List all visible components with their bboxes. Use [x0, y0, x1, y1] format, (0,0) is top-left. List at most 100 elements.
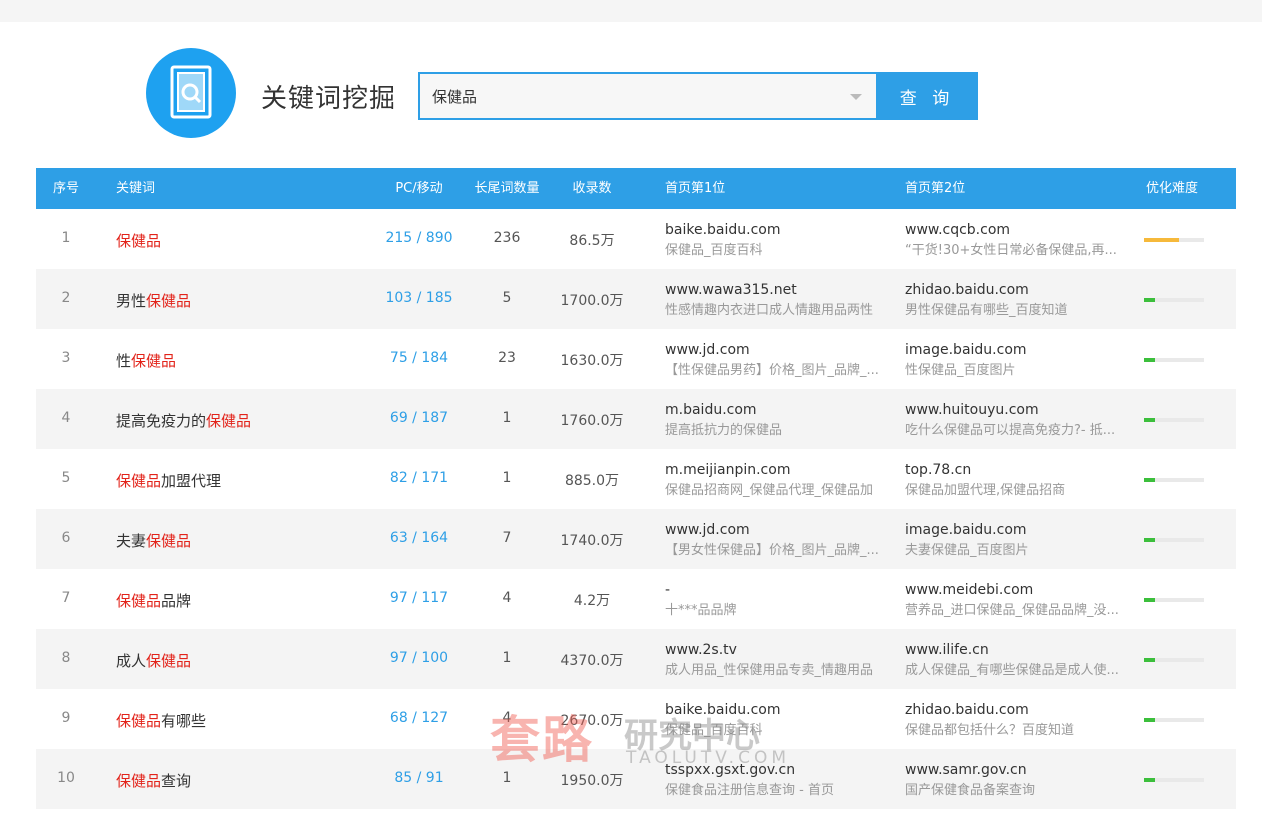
serp-2-result[interactable]: www.samr.gov.cn 国产保健食品备案查询	[905, 760, 1137, 802]
keyword-highlight: 保健品	[116, 592, 162, 610]
pc-mobile-index[interactable]: 68 / 127	[376, 710, 462, 726]
indexed-count: 4370.0万	[560, 653, 624, 669]
keyword-highlight: 保健品	[116, 772, 162, 790]
longtail-count: 1	[502, 470, 512, 486]
logo	[146, 48, 236, 138]
serp-1-desc: 提高抵抗力的保健品	[665, 423, 783, 438]
serp-2-desc: 保健品都包括什么？百度知道	[905, 723, 1075, 738]
search-input[interactable]	[420, 74, 852, 118]
indexed-count: 1950.0万	[560, 773, 624, 789]
keyword-link[interactable]: 保健品有哪些	[116, 710, 206, 731]
serp-2-domain[interactable]: top.78.cn	[905, 460, 1137, 480]
serp-2-result[interactable]: www.cqcb.com “干货!30+女性日常必备保健品,再...	[905, 220, 1137, 262]
keyword-link[interactable]: 性保健品	[116, 350, 176, 371]
row-index: 6	[61, 530, 71, 546]
serp-1-result[interactable]: tsspxx.gsxt.gov.cn 保健食品注册信息查询 - 首页	[665, 760, 891, 802]
serp-1-desc: 保健品招商网_保健品代理_保健品加	[665, 483, 874, 498]
serp-1-result[interactable]: m.baidu.com 提高抵抗力的保健品	[665, 400, 891, 442]
pc-mobile-index[interactable]: 75 / 184	[376, 350, 462, 366]
keyword-link[interactable]: 保健品品牌	[116, 590, 191, 611]
serp-1-result[interactable]: baike.baidu.com 保健品_百度百科	[665, 700, 891, 742]
keyword-link[interactable]: 提高免疫力的保健品	[116, 410, 251, 431]
serp-2-domain[interactable]: www.meidebi.com	[905, 580, 1137, 600]
table-row: 4 提高免疫力的保健品 69 / 187 1 1760.0万 m.baidu.com 提高抵…	[36, 389, 1236, 449]
serp-1-domain[interactable]: baike.baidu.com	[665, 220, 891, 240]
pc-mobile-index[interactable]: 103 / 185	[376, 290, 462, 306]
keyword-link[interactable]: 保健品查询	[116, 770, 191, 791]
col-indexed[interactable]: 收录数	[552, 168, 632, 209]
serp-2-result[interactable]: image.baidu.com 夫妻保健品_百度图片	[905, 520, 1137, 562]
difficulty-fill	[1144, 238, 1179, 242]
keyword-suffix: 品牌	[161, 592, 192, 610]
search-box[interactable]	[418, 72, 878, 120]
indexed-count: 1760.0万	[560, 413, 624, 429]
serp-2-result[interactable]: www.ilife.cn 成人保健品_有哪些保健品是成人使...	[905, 640, 1137, 682]
keyword-link[interactable]: 成人保健品	[116, 650, 191, 671]
col-longtail[interactable]: 长尾词数量	[472, 168, 542, 209]
serp-1-domain[interactable]: tsspxx.gsxt.gov.cn	[665, 760, 891, 780]
serp-1-domain[interactable]: www.wawa315.net	[665, 280, 891, 300]
serp-1-domain[interactable]: www.jd.com	[665, 520, 891, 540]
serp-1-result[interactable]: www.2s.tv 成人用品_性保健用品专卖_情趣用品	[665, 640, 891, 682]
serp-1-domain[interactable]: www.jd.com	[665, 340, 891, 360]
serp-2-domain[interactable]: zhidao.baidu.com	[905, 700, 1137, 720]
row-index: 9	[61, 710, 71, 726]
page-title: 关键词挖掘	[261, 84, 397, 114]
serp-1-domain[interactable]: m.baidu.com	[665, 400, 891, 420]
keyword-prefix: 性	[116, 352, 132, 370]
longtail-count: 236	[493, 230, 521, 246]
chevron-down-icon[interactable]	[850, 94, 862, 100]
serp-2-domain[interactable]: www.huitouyu.com	[905, 400, 1137, 420]
serp-2-desc: 成人保健品_有哪些保健品是成人使...	[905, 663, 1119, 678]
serp-2-domain[interactable]: www.cqcb.com	[905, 220, 1137, 240]
serp-2-domain[interactable]: www.samr.gov.cn	[905, 760, 1137, 780]
pc-mobile-index[interactable]: 69 / 187	[376, 410, 462, 426]
serp-2-result[interactable]: www.meidebi.com 营养品_进口保健品_保健品品牌_没...	[905, 580, 1137, 622]
keyword-table: 序号 关键词 PC/移动 长尾词数量 收录数 首页第1位 首页第2位 优化难度 …	[36, 168, 1236, 809]
serp-2-domain[interactable]: image.baidu.com	[905, 520, 1137, 540]
serp-1-domain[interactable]: -	[665, 580, 891, 600]
serp-2-desc: 国产保健食品备案查询	[905, 783, 1036, 798]
serp-2-result[interactable]: zhidao.baidu.com 保健品都包括什么？百度知道	[905, 700, 1137, 742]
serp-1-result[interactable]: baike.baidu.com 保健品_百度百科	[665, 220, 891, 262]
col-keyword: 关键词	[116, 181, 156, 196]
serp-1-result[interactable]: - 十***品品牌	[665, 580, 891, 622]
pc-mobile-index[interactable]: 215 / 890	[376, 230, 462, 246]
serp-1-result[interactable]: www.jd.com 【男女性保健品】价格_图片_品牌_...	[665, 520, 891, 562]
serp-2-result[interactable]: www.huitouyu.com 吃什么保健品可以提高免疫力?- 抵...	[905, 400, 1137, 442]
col-pc-mobile[interactable]: PC/移动	[376, 168, 462, 209]
serp-2-domain[interactable]: zhidao.baidu.com	[905, 280, 1137, 300]
table-row: 7 保健品品牌 97 / 117 4 4.2万 - 十***品品牌 www.meidebi.c…	[36, 569, 1236, 629]
serp-1-result[interactable]: www.wawa315.net 性感情趣内衣进口成人情趣用品两性	[665, 280, 891, 322]
serp-1-domain[interactable]: baike.baidu.com	[665, 700, 891, 720]
keyword-link[interactable]: 保健品加盟代理	[116, 470, 221, 491]
keyword-highlight: 保健品	[116, 712, 162, 730]
pc-mobile-index[interactable]: 97 / 100	[376, 650, 462, 666]
col-serp-2: 首页第2位	[905, 181, 966, 196]
serp-2-domain[interactable]: www.ilife.cn	[905, 640, 1137, 660]
serp-2-result[interactable]: image.baidu.com 性保健品_百度图片	[905, 340, 1137, 382]
search-button[interactable]: 查 询	[876, 72, 978, 120]
serp-1-result[interactable]: m.meijianpin.com 保健品招商网_保健品代理_保健品加	[665, 460, 891, 502]
serp-2-result[interactable]: zhidao.baidu.com 男性保健品有哪些_百度知道	[905, 280, 1137, 322]
pc-mobile-index[interactable]: 63 / 164	[376, 530, 462, 546]
indexed-count: 86.5万	[569, 233, 615, 249]
col-difficulty[interactable]: 优化难度	[1146, 168, 1198, 209]
pc-mobile-index[interactable]: 82 / 171	[376, 470, 462, 486]
serp-2-desc: “干货!30+女性日常必备保健品,再...	[905, 243, 1117, 258]
keyword-suffix: 查询	[161, 772, 192, 790]
table-body: 1 保健品 215 / 890 236 86.5万 baike.baidu.com 保健品_…	[36, 209, 1236, 809]
keyword-link[interactable]: 保健品	[116, 230, 161, 251]
serp-1-result[interactable]: www.jd.com 【性保健品男药】价格_图片_品牌_...	[665, 340, 891, 382]
serp-2-result[interactable]: top.78.cn 保健品加盟代理,保健品招商	[905, 460, 1137, 502]
keyword-link[interactable]: 男性保健品	[116, 290, 191, 311]
serp-2-domain[interactable]: image.baidu.com	[905, 340, 1137, 360]
keyword-link[interactable]: 夫妻保健品	[116, 530, 191, 551]
pc-mobile-index[interactable]: 85 / 91	[376, 770, 462, 786]
indexed-count: 1740.0万	[560, 533, 624, 549]
difficulty-fill	[1144, 718, 1155, 722]
pc-mobile-index[interactable]: 97 / 117	[376, 590, 462, 606]
serp-1-domain[interactable]: m.meijianpin.com	[665, 460, 891, 480]
top-bar	[0, 0, 1262, 22]
serp-1-domain[interactable]: www.2s.tv	[665, 640, 891, 660]
